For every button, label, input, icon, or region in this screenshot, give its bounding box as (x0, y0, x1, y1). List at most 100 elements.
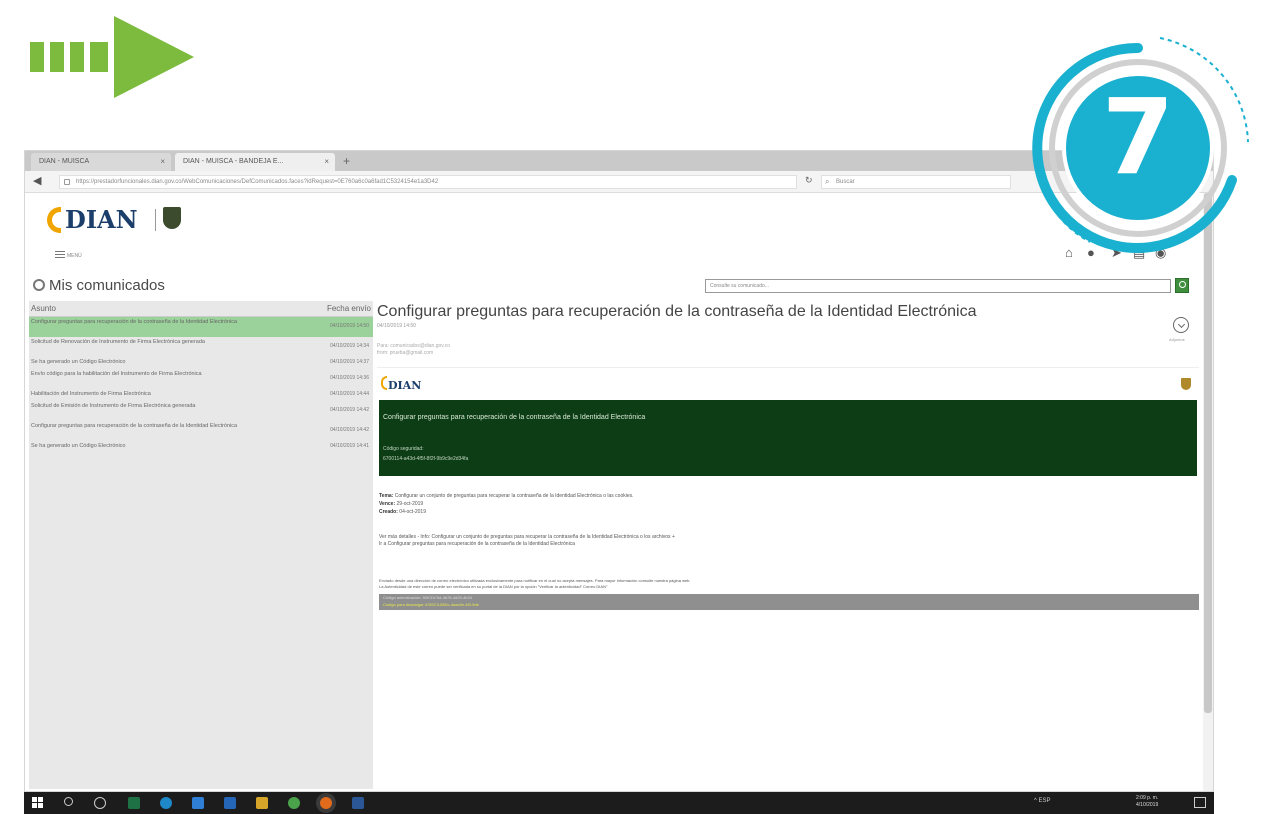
more-info-link[interactable]: Ver más detalles - Info: Configurar un c… (379, 534, 675, 541)
clock-time: 2:09 p. m. (1136, 795, 1159, 801)
list-item-selected[interactable]: Configurar preguntas para recuperación d… (29, 317, 373, 337)
more-info: Ver más detalles - Info: Configurar un c… (379, 534, 675, 548)
created-label: Creado: (379, 509, 398, 515)
message-recipients: Para: comunicados@dian.gov.co from: prue… (377, 343, 450, 357)
item-date: 04/10/2019 14:44 (330, 391, 369, 397)
disclaimer: Enviado desde una dirección de correo el… (379, 578, 691, 590)
item-subject: Se ha generado un Código Electrónico (31, 359, 126, 365)
menu-button[interactable]: MENÚ (55, 251, 83, 259)
column-date[interactable]: Fecha envío (327, 301, 371, 317)
task-view-icon[interactable] (94, 797, 106, 809)
download-icon[interactable] (1173, 317, 1189, 333)
expires-label: Vence: (379, 501, 396, 507)
back-arrow-icon[interactable]: ◀ (33, 174, 41, 187)
notifications-icon[interactable] (1194, 797, 1206, 808)
tab-label: DIAN - MUISCA (39, 158, 90, 165)
list-item[interactable]: Habilitación del Instrumento de Firma El… (29, 389, 373, 401)
topic-value: Configurar un conjunto de preguntas para… (394, 493, 634, 499)
gear-icon (33, 279, 45, 291)
created-value: 04-oct-2019 (399, 509, 426, 515)
item-date: 04/10/2019 14:50 (330, 323, 369, 329)
item-date: 04/10/2019 14:41 (330, 443, 369, 449)
logo-text: DIAN (65, 205, 138, 234)
message-date: 04/10/2019 14:50 (377, 323, 416, 329)
excel-icon[interactable] (128, 797, 140, 809)
browser-search-field[interactable]: ⌕ Buscar (821, 175, 1011, 189)
arrow-head (114, 16, 194, 98)
browser-tab[interactable]: DIAN - MUISCA × (31, 153, 171, 171)
step-badge: 7 (1020, 30, 1256, 266)
browser-tab-active[interactable]: DIAN - MUISCA - BANDEJA E... × (175, 153, 335, 171)
new-tab-icon[interactable]: + (343, 153, 350, 169)
logo-divider (155, 209, 156, 231)
security-code-label: Código seguridad: (383, 446, 424, 452)
close-icon[interactable]: × (160, 153, 165, 171)
menu-label: MENÚ (67, 253, 82, 259)
page-title: Mis comunicados (33, 277, 165, 294)
list-item[interactable]: Solicitud de Renovación de Instrumento d… (29, 337, 373, 357)
item-date: 04/10/2019 14:42 (330, 407, 369, 413)
word-icon[interactable] (352, 797, 364, 809)
created-line: Creado: 04-oct-2019 (379, 508, 634, 516)
message-detail: Configurar preguntas para recuperación d… (375, 301, 1199, 789)
step-number: 7 (1101, 76, 1175, 198)
close-icon[interactable]: × (324, 153, 329, 171)
page-scrollbar[interactable] (1203, 193, 1213, 791)
expires-line: Vence: 29-oct-2019 (379, 500, 634, 508)
search-input[interactable]: Consulte su comunicado... (705, 279, 1171, 293)
message-list: Asunto Fecha envío Configurar preguntas … (29, 301, 373, 789)
hamburger-line (55, 257, 65, 258)
hamburger-line (55, 251, 65, 252)
chrome-icon[interactable] (288, 797, 300, 809)
lock-icon (64, 179, 70, 185)
scrollbar-thumb[interactable] (1204, 193, 1212, 713)
start-pane (38, 797, 43, 802)
email-body: DIAN Configurar preguntas para recuperac… (377, 367, 1199, 627)
list-item[interactable]: Envío código para la habilitación del In… (29, 369, 373, 389)
list-item[interactable]: Configurar preguntas para recuperación d… (29, 421, 373, 441)
column-subject[interactable]: Asunto (31, 301, 56, 317)
list-item[interactable]: Se ha generado un Código Electrónico 04/1… (29, 357, 373, 369)
download-label: Adjuntos (1169, 337, 1185, 342)
arrow-bar (30, 42, 44, 72)
expires-value: 29-oct-2019 (396, 501, 424, 507)
security-code: 6700114-a43d-4f5f-8f2f-9b9c9e2d34fa (383, 456, 469, 462)
item-date: 04/10/2019 14:36 (330, 375, 369, 381)
search-icon[interactable] (64, 797, 73, 806)
system-tray[interactable]: ^ ESP (1034, 798, 1051, 804)
clock[interactable]: 2:09 p. m. 4/10/2019 (1136, 795, 1158, 809)
folder-icon[interactable] (256, 797, 268, 809)
list-item[interactable]: Se ha generado un Código Electrónico 04/1… (29, 441, 373, 453)
edge-icon[interactable] (160, 797, 172, 809)
firefox-icon[interactable] (320, 797, 332, 809)
list-item[interactable]: Solicitud de Emisión de Instrumento de F… (29, 401, 373, 421)
footer-link[interactable]: Código para descargar 4789C3-58Dc-4aac5e… (383, 602, 479, 607)
email-footer: Código autenticación: 5f3CDC5d-4b78-4d25… (379, 594, 1199, 610)
message-to: Para: comunicados@dian.gov.co (377, 343, 451, 349)
disclaimer-line: La Autenticidad de este correo puede ser… (379, 584, 608, 589)
search-button[interactable] (1175, 278, 1189, 293)
store-icon[interactable] (224, 797, 236, 809)
arrow-bar (90, 42, 108, 72)
url-field[interactable]: https://prestadorfuncionales.dian.gov.co… (59, 175, 797, 189)
coat-of-arms-icon (163, 207, 181, 229)
configure-link[interactable]: Ir a Configurar preguntas para recuperac… (379, 541, 675, 548)
explorer-icon[interactable] (192, 797, 204, 809)
email-details: Tema: Configurar un conjunto de pregunta… (379, 492, 634, 516)
item-subject: Habilitación del Instrumento de Firma El… (31, 391, 151, 397)
start-pane (32, 797, 37, 802)
logo-swoosh-icon (47, 207, 61, 233)
hamburger-line (55, 254, 65, 255)
page-title-text: Mis comunicados (49, 277, 165, 294)
windows-start-icon[interactable] (32, 797, 44, 809)
tab-label: DIAN - MUISCA - BANDEJA E... (183, 158, 284, 165)
reload-icon[interactable]: ↻ (805, 175, 813, 186)
clock-date: 4/10/2019 (1136, 802, 1159, 808)
start-pane (32, 803, 37, 808)
message-title: Configurar preguntas para recuperación d… (377, 303, 977, 320)
dian-logo[interactable]: DIAN (47, 203, 207, 237)
step-arrow-graphic (30, 16, 194, 98)
footer-line: Código autenticación: 5f3CDC5d-4b78-4d25… (383, 595, 472, 600)
start-pane (38, 803, 43, 808)
email-banner: Configurar preguntas para recuperación d… (379, 400, 1197, 476)
